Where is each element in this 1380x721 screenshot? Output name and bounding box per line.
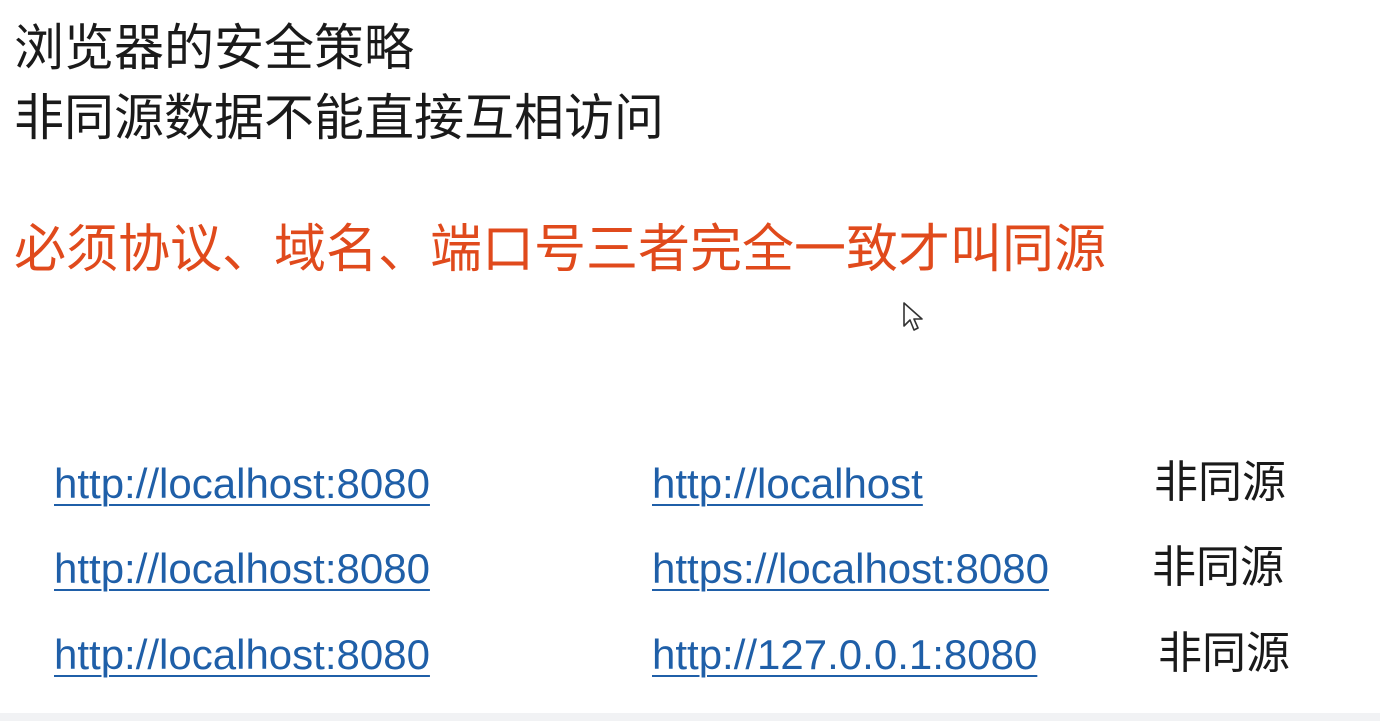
slide-title: 浏览器的安全策略 (14, 19, 414, 77)
url-link-target[interactable]: http://localhost (652, 459, 923, 509)
url-link-source[interactable]: http://localhost:8080 (54, 459, 430, 509)
url-link-source[interactable]: http://localhost:8080 (54, 630, 430, 680)
bottom-strip (0, 713, 1380, 721)
url-link-target[interactable]: http://127.0.0.1:8080 (652, 630, 1037, 680)
same-origin-rule: 必须协议、域名、端口号三者完全一致才叫同源 (14, 220, 1107, 280)
slide-subtitle: 非同源数据不能直接互相访问 (14, 89, 664, 147)
verdict-label: 非同源 (1154, 457, 1286, 508)
verdict-label: 非同源 (1158, 628, 1290, 679)
verdict-label: 非同源 (1152, 542, 1284, 593)
url-link-target[interactable]: https://localhost:8080 (652, 544, 1049, 594)
url-link-source[interactable]: http://localhost:8080 (54, 544, 430, 594)
mouse-pointer-icon (903, 302, 923, 331)
